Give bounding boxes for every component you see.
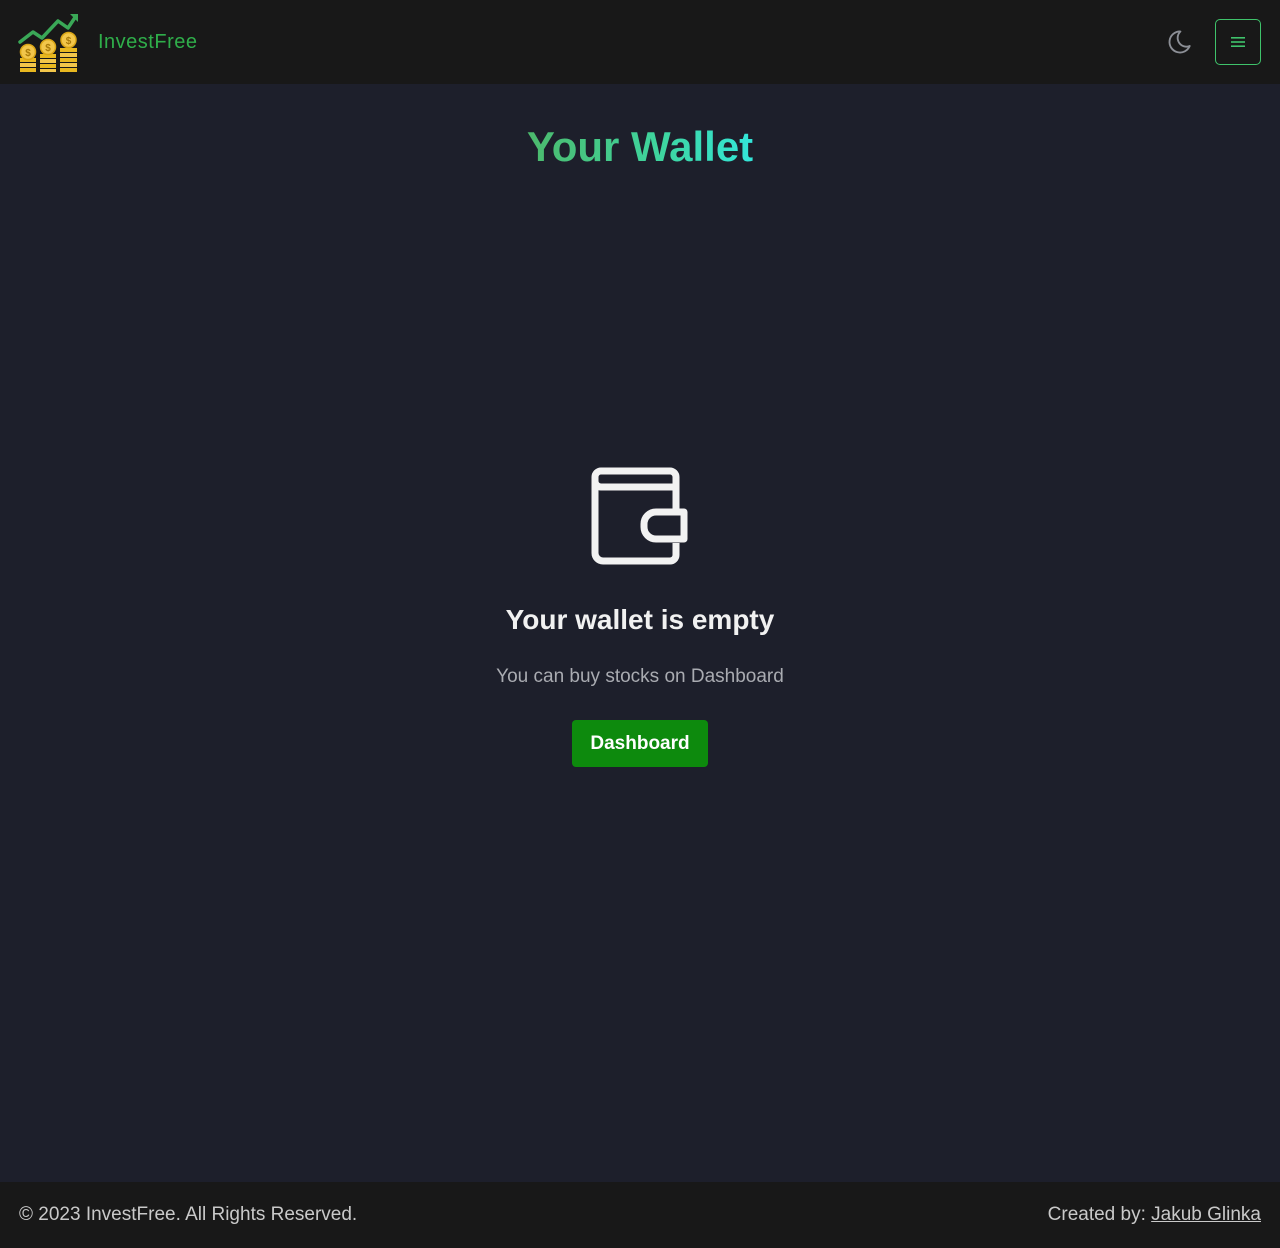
- empty-wallet-heading: Your wallet is empty: [505, 604, 775, 635]
- moon-icon: [1168, 30, 1191, 54]
- menu-toggle-button[interactable]: [1215, 19, 1261, 65]
- credit: Created by: Jakub Glinka: [1048, 1204, 1261, 1226]
- wallet-icon: [591, 467, 688, 565]
- copyright-text: © 2023 InvestFree. All Rights Reserved.: [19, 1204, 358, 1225]
- navbar-actions: [1165, 19, 1261, 65]
- brand-link[interactable]: $ $ $ InvestFree: [18, 12, 197, 72]
- hamburger-menu-icon: [1231, 37, 1245, 47]
- svg-text:$: $: [66, 36, 72, 47]
- empty-wallet-subtext: You can buy stocks on Dashboard: [496, 666, 784, 687]
- brand-name: InvestFree: [98, 30, 198, 53]
- svg-text:$: $: [45, 43, 51, 54]
- theme-toggle-button[interactable]: [1165, 27, 1195, 57]
- footer: © 2023 InvestFree. All Rights Reserved. …: [0, 1182, 1280, 1248]
- svg-text:$: $: [25, 48, 31, 59]
- empty-wallet-state: Your wallet is empty You can buy stocks …: [0, 467, 1280, 767]
- page-title: Your Wallet: [0, 122, 1280, 172]
- credit-prefix: Created by:: [1047, 1204, 1152, 1225]
- dashboard-button[interactable]: Dashboard: [572, 720, 708, 767]
- page-title-text: Your Wallet: [526, 123, 754, 170]
- investment-growth-coins-icon: $ $ $: [18, 14, 78, 72]
- main-content: Your Wallet Your wallet is empty You can…: [0, 84, 1280, 1182]
- author-link[interactable]: Jakub Glinka: [1151, 1204, 1261, 1225]
- navbar: $ $ $ InvestFree: [0, 0, 1280, 84]
